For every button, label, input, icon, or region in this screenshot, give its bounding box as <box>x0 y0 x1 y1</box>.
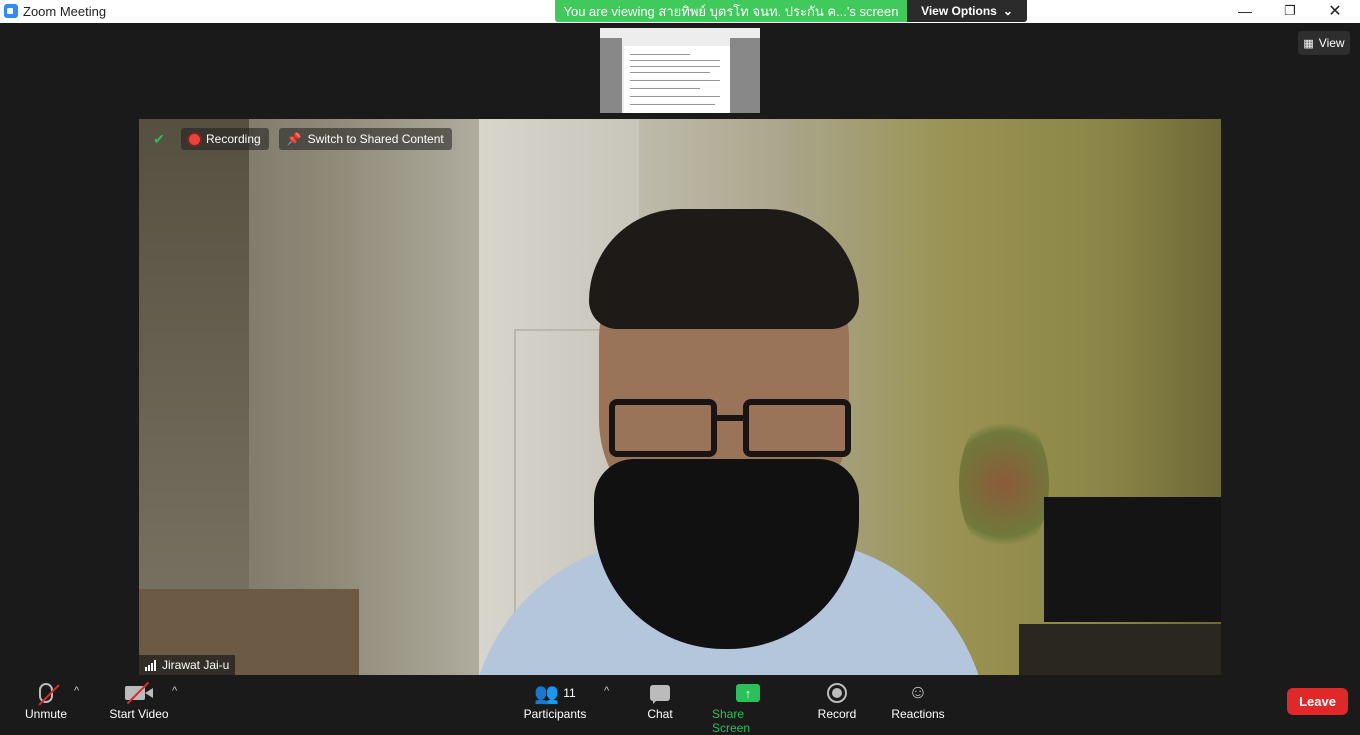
meeting-toolbar: Unmute ^ Start Video ^ 👥 11 Participants… <box>0 675 1360 735</box>
screen-share-banner: You are viewing สายทิพย์ บุตรโท จนท. ประ… <box>555 0 907 22</box>
microphone-muted-icon <box>38 683 60 706</box>
minimize-button[interactable]: — <box>1222 0 1268 22</box>
video-background-plant <box>959 409 1049 559</box>
view-options-label: View Options <box>921 4 997 18</box>
reactions-button[interactable]: ☺ Reactions <box>890 679 946 721</box>
record-icon <box>827 683 847 703</box>
recording-label: Recording <box>206 132 261 146</box>
participants-options-caret[interactable]: ^ <box>604 685 609 697</box>
thumbnail-side-panel <box>730 38 760 113</box>
close-icon: ✕ <box>1328 3 1342 20</box>
participant-video[interactable] <box>139 119 1221 675</box>
participant-glasses <box>609 399 859 459</box>
audio-options-caret[interactable]: ^ <box>74 685 79 697</box>
video-background-tv <box>1044 497 1221 622</box>
grid-icon: ▦ <box>1303 37 1314 50</box>
shared-screen-thumbnail[interactable] <box>600 28 760 113</box>
participants-button[interactable]: 👥 11 Participants <box>522 679 588 722</box>
participants-label: Participants <box>523 707 587 721</box>
banner-text: You are viewing สายทิพย์ บุตรโท จนท. ประ… <box>563 3 899 19</box>
video-background-cabinet <box>1019 624 1221 675</box>
video-options-caret[interactable]: ^ <box>172 685 177 697</box>
participants-count: 11 <box>563 686 576 700</box>
unmute-button[interactable]: Unmute <box>22 679 70 721</box>
record-button[interactable]: Record <box>816 679 858 721</box>
participant-figure <box>469 209 989 675</box>
view-options-button[interactable]: View Options ⌄ <box>907 0 1027 22</box>
window-title: Zoom Meeting <box>23 4 107 19</box>
share-screen-button[interactable]: ↑ Share Screen <box>712 679 784 735</box>
leave-button[interactable]: Leave <box>1287 688 1348 715</box>
chevron-down-icon: ⌄ <box>1002 4 1013 18</box>
shield-check-icon[interactable]: ✔ <box>147 127 171 151</box>
record-label: Record <box>817 707 857 721</box>
thumbnail-document-page <box>624 46 730 113</box>
share-screen-icon: ↑ <box>736 684 760 702</box>
chat-label: Chat <box>647 707 673 721</box>
restore-button[interactable]: ❐ <box>1267 0 1313 22</box>
switch-to-shared-content-button[interactable]: 📌 Switch to Shared Content <box>278 128 452 150</box>
start-video-button[interactable]: Start Video <box>107 679 171 721</box>
participants-icon: 👥 <box>534 682 560 705</box>
chat-button[interactable]: Chat <box>643 679 677 721</box>
close-button[interactable]: ✕ <box>1312 0 1358 22</box>
signal-strength-icon <box>145 659 156 671</box>
participant-name: Jirawat Jai-u <box>162 658 230 672</box>
smiley-plus-icon: ☺ <box>908 682 928 703</box>
start-video-label: Start Video <box>109 707 169 721</box>
camera-off-icon <box>125 681 153 705</box>
recording-dot-icon <box>189 133 200 145</box>
recording-indicator[interactable]: Recording <box>181 128 269 150</box>
unmute-label: Unmute <box>24 707 68 721</box>
reactions-label: Reactions <box>891 707 945 721</box>
chat-icon <box>650 685 670 704</box>
restore-icon: ❐ <box>1284 3 1296 18</box>
switch-label: Switch to Shared Content <box>307 132 444 146</box>
thumbnail-side-panel <box>600 38 622 113</box>
participant-name-tag: Jirawat Jai-u <box>139 655 236 675</box>
video-top-overlay: ✔ Recording 📌 Switch to Shared Content <box>139 127 452 151</box>
share-screen-label: Share Screen <box>712 707 751 735</box>
view-label: View <box>1318 36 1345 50</box>
zoom-logo-icon <box>4 4 18 18</box>
view-button[interactable]: ▦ View <box>1298 31 1350 55</box>
participant-hair <box>589 209 859 329</box>
minimize-icon: — <box>1238 3 1252 19</box>
pin-icon: 📌 <box>286 132 302 146</box>
